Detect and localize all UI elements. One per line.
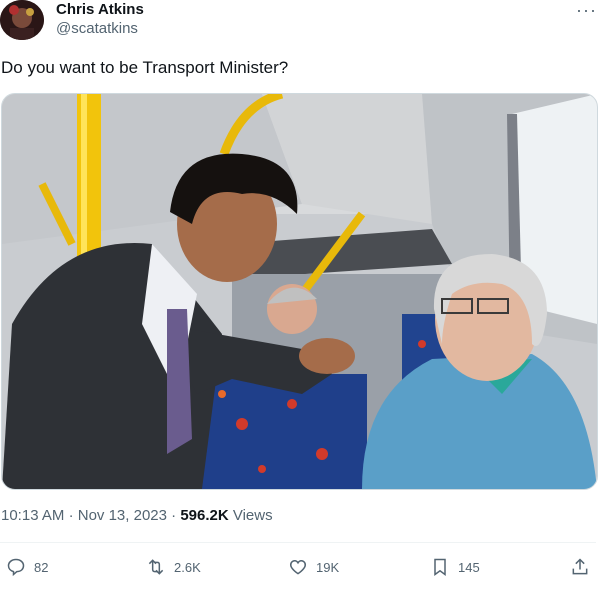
tweet-date[interactable]: Nov 13, 2023 <box>78 507 167 524</box>
more-icon[interactable]: ··· <box>576 0 597 21</box>
bus-interior-photo <box>2 94 597 489</box>
reply-button[interactable]: 82 <box>6 557 48 577</box>
repost-icon <box>148 559 164 575</box>
tweet-text: Do you want to be Transport Minister? <box>1 58 289 77</box>
like-button[interactable]: 19K <box>288 557 339 577</box>
author-avatar[interactable] <box>0 0 44 40</box>
bookmark-count: 145 <box>458 559 480 575</box>
avatar-image <box>0 0 44 40</box>
author-handle[interactable]: @scatatkins <box>56 20 138 37</box>
views-label: Views <box>232 507 273 524</box>
tweet-time[interactable]: 10:13 AM <box>1 507 64 524</box>
tweet-metadata: 10:13 AM · Nov 13, 2023 · 596.2K Views <box>1 507 273 524</box>
heart-icon <box>289 559 307 575</box>
author-name[interactable]: Chris Atkins <box>56 1 144 18</box>
share-icon <box>572 558 588 575</box>
bookmark-icon <box>434 558 446 576</box>
reply-count: 82 <box>34 559 49 575</box>
reply-icon <box>7 558 25 577</box>
bookmark-button[interactable]: 145 <box>430 557 480 577</box>
like-count: 19K <box>316 559 340 575</box>
divider <box>0 542 596 543</box>
tweet-photo[interactable] <box>1 93 598 490</box>
views-separator: · <box>171 507 177 524</box>
repost-count: 2.6K <box>174 559 201 575</box>
views-count: 596.2K <box>180 507 229 524</box>
time-separator: · <box>68 507 74 524</box>
share-button[interactable] <box>570 557 590 577</box>
repost-button[interactable]: 2.6K <box>146 557 201 577</box>
